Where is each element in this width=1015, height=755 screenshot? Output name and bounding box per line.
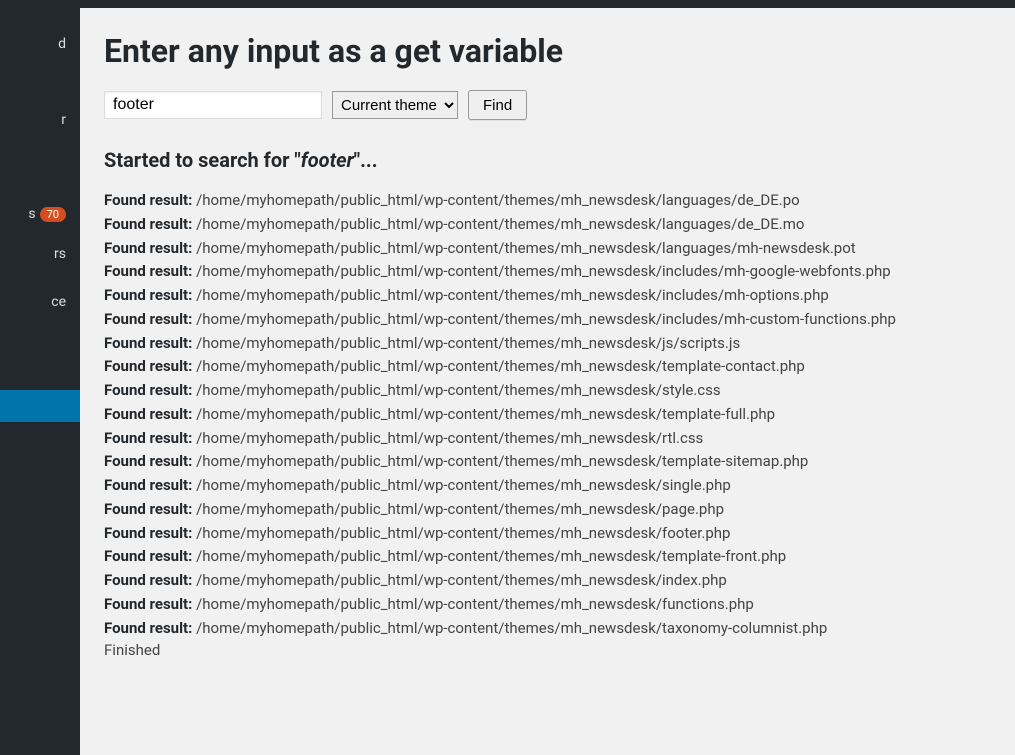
result-label: Found result: xyxy=(104,619,192,637)
admin-sidebar: d r s 70 rs ce xyxy=(0,0,80,755)
menu-spacer xyxy=(0,278,80,286)
search-input[interactable] xyxy=(104,91,322,119)
result-path: /home/myhomepath/public_html/wp-content/… xyxy=(192,476,730,494)
menu-spacer xyxy=(0,318,80,336)
result-label: Found result: xyxy=(104,547,192,565)
result-path: /home/myhomepath/public_html/wp-content/… xyxy=(192,334,740,352)
result-row: Found result: /home/myhomepath/public_ht… xyxy=(104,428,991,450)
result-label: Found result: xyxy=(104,500,192,518)
result-path: /home/myhomepath/public_html/wp-content/… xyxy=(192,452,808,470)
result-row: Found result: /home/myhomepath/public_ht… xyxy=(104,523,991,545)
result-row: Found result: /home/myhomepath/public_ht… xyxy=(104,475,991,497)
menu-spacer xyxy=(0,372,80,390)
result-path: /home/myhomepath/public_html/wp-content/… xyxy=(192,429,703,447)
result-label: Found result: xyxy=(104,334,192,352)
result-label: Found result: xyxy=(104,381,192,399)
finished-label: Finished xyxy=(104,641,991,659)
status-term: footer xyxy=(301,148,354,172)
result-path: /home/myhomepath/public_html/wp-content/… xyxy=(192,215,804,233)
menu-spacer xyxy=(0,354,80,372)
menu-spacer xyxy=(0,60,80,78)
result-row: Found result: /home/myhomepath/public_ht… xyxy=(104,594,991,616)
result-path: /home/myhomepath/public_html/wp-content/… xyxy=(192,619,827,637)
result-label: Found result: xyxy=(104,429,192,447)
result-path: /home/myhomepath/public_html/wp-content/… xyxy=(192,405,775,423)
search-form: Current theme Find xyxy=(104,90,991,120)
result-label: Found result: xyxy=(104,262,192,280)
menu-item-0[interactable]: d xyxy=(0,28,80,60)
main-content: Enter any input as a get variable Curren… xyxy=(80,8,1015,755)
result-row: Found result: /home/myhomepath/public_ht… xyxy=(104,380,991,402)
result-label: Found result: xyxy=(104,595,192,613)
result-row: Found result: /home/myhomepath/public_ht… xyxy=(104,261,991,283)
result-row: Found result: /home/myhomepath/public_ht… xyxy=(104,214,991,236)
menu-item-label: rs xyxy=(54,246,66,262)
result-row: Found result: /home/myhomepath/public_ht… xyxy=(104,190,991,212)
menu-item-label: r xyxy=(61,112,66,128)
status-prefix: Started to search for " xyxy=(104,148,301,172)
menu-spacer xyxy=(0,270,80,278)
menu-spacer xyxy=(0,78,80,96)
menu-item-4[interactable]: ce xyxy=(0,286,80,318)
result-row: Found result: /home/myhomepath/public_ht… xyxy=(104,451,991,473)
result-label: Found result: xyxy=(104,476,192,494)
result-row: Found result: /home/myhomepath/public_ht… xyxy=(104,618,991,640)
result-path: /home/myhomepath/public_html/wp-content/… xyxy=(192,595,753,613)
result-row: Found result: /home/myhomepath/public_ht… xyxy=(104,356,991,378)
page-title: Enter any input as a get variable xyxy=(104,32,991,70)
result-label: Found result: xyxy=(104,310,192,328)
result-path: /home/myhomepath/public_html/wp-content/… xyxy=(192,310,896,328)
menu-item-label: s xyxy=(28,206,35,222)
menu-spacer xyxy=(0,336,80,354)
menu-spacer xyxy=(0,154,80,172)
result-label: Found result: xyxy=(104,286,192,304)
result-path: /home/myhomepath/public_html/wp-content/… xyxy=(192,381,720,399)
menu-item-active[interactable] xyxy=(0,390,80,422)
result-path: /home/myhomepath/public_html/wp-content/… xyxy=(192,547,786,565)
find-button[interactable]: Find xyxy=(468,90,527,120)
result-label: Found result: xyxy=(104,239,192,257)
menu-item-2[interactable]: s 70 xyxy=(0,198,80,230)
result-row: Found result: /home/myhomepath/public_ht… xyxy=(104,570,991,592)
result-path: /home/myhomepath/public_html/wp-content/… xyxy=(192,500,724,518)
result-row: Found result: /home/myhomepath/public_ht… xyxy=(104,333,991,355)
result-label: Found result: xyxy=(104,571,192,589)
result-label: Found result: xyxy=(104,191,192,209)
menu-item-1[interactable]: r xyxy=(0,104,80,136)
result-row: Found result: /home/myhomepath/public_ht… xyxy=(104,309,991,331)
result-path: /home/myhomepath/public_html/wp-content/… xyxy=(192,262,890,280)
scope-select[interactable]: Current theme xyxy=(332,91,458,119)
result-path: /home/myhomepath/public_html/wp-content/… xyxy=(192,286,828,304)
result-row: Found result: /home/myhomepath/public_ht… xyxy=(104,546,991,568)
result-path: /home/myhomepath/public_html/wp-content/… xyxy=(192,191,799,209)
result-label: Found result: xyxy=(104,357,192,375)
admin-topbar xyxy=(0,0,1015,8)
menu-spacer xyxy=(0,172,80,190)
result-row: Found result: /home/myhomepath/public_ht… xyxy=(104,499,991,521)
result-label: Found result: xyxy=(104,215,192,233)
results-list: Found result: /home/myhomepath/public_ht… xyxy=(104,190,991,639)
menu-spacer xyxy=(0,136,80,154)
result-path: /home/myhomepath/public_html/wp-content/… xyxy=(192,524,730,542)
status-line: Started to search for "footer"... xyxy=(104,148,991,172)
admin-menu: d r s 70 rs ce xyxy=(0,28,80,422)
result-path: /home/myhomepath/public_html/wp-content/… xyxy=(192,357,804,375)
menu-spacer xyxy=(0,230,80,238)
result-label: Found result: xyxy=(104,452,192,470)
menu-item-label: d xyxy=(58,36,66,52)
result-row: Found result: /home/myhomepath/public_ht… xyxy=(104,238,991,260)
result-label: Found result: xyxy=(104,405,192,423)
menu-badge: 70 xyxy=(40,207,66,222)
menu-spacer xyxy=(0,190,80,198)
result-path: /home/myhomepath/public_html/wp-content/… xyxy=(192,239,855,257)
result-row: Found result: /home/myhomepath/public_ht… xyxy=(104,285,991,307)
result-row: Found result: /home/myhomepath/public_ht… xyxy=(104,404,991,426)
menu-spacer xyxy=(0,96,80,104)
result-path: /home/myhomepath/public_html/wp-content/… xyxy=(192,571,727,589)
menu-item-label: ce xyxy=(51,294,66,310)
status-suffix: "... xyxy=(354,148,378,172)
result-label: Found result: xyxy=(104,524,192,542)
menu-item-3[interactable]: rs xyxy=(0,238,80,270)
